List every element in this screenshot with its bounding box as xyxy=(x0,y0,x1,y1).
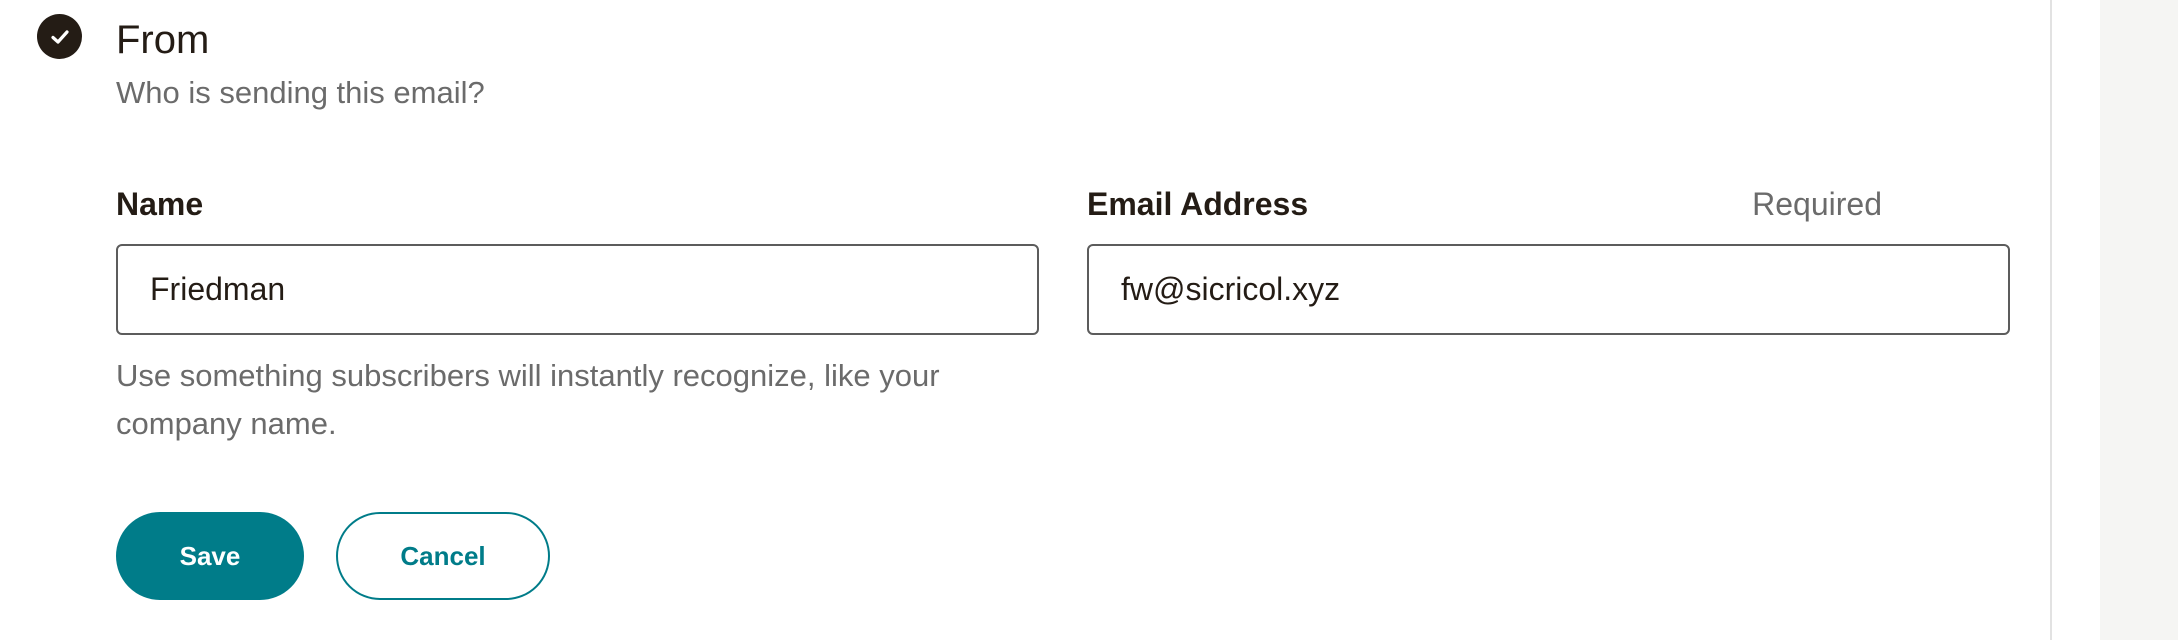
email-address-label: Email Address xyxy=(1087,186,1309,222)
section-title: From xyxy=(116,18,210,62)
checkmark-icon xyxy=(50,29,69,44)
name-helper-text: Use something subscribers will instantly… xyxy=(116,358,940,441)
email-address-input[interactable] xyxy=(1087,244,2010,335)
section-subtitle: Who is sending this email? xyxy=(116,75,485,110)
required-indicator: Required xyxy=(1752,186,1882,222)
name-label: Name xyxy=(116,186,204,222)
check-circle-icon xyxy=(37,14,82,59)
name-input[interactable] xyxy=(116,244,1039,335)
page: From Who is sending this email? Name Ema… xyxy=(0,0,2178,640)
save-button[interactable]: Save xyxy=(116,512,304,600)
side-rail xyxy=(2100,0,2178,640)
from-settings-panel: From Who is sending this email? Name Ema… xyxy=(0,0,2050,640)
side-gutter xyxy=(2052,0,2100,640)
cancel-button[interactable]: Cancel xyxy=(336,512,550,600)
